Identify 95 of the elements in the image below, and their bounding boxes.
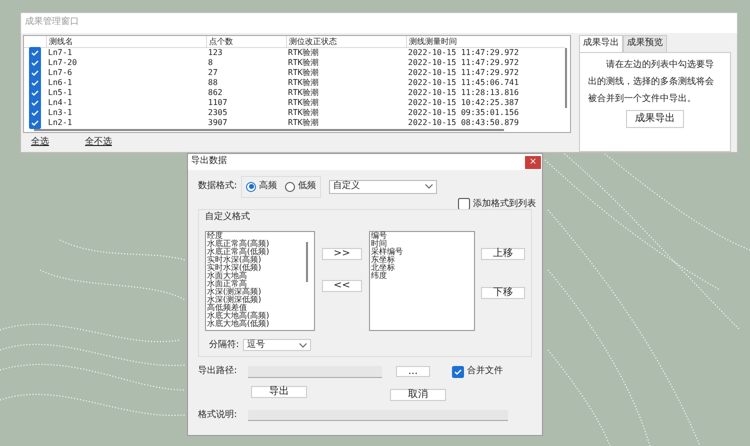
group-title: 自定义格式 bbox=[205, 211, 251, 224]
radio-label: 高频 bbox=[259, 180, 278, 193]
list-item[interactable]: 水深(测深高频) bbox=[207, 288, 305, 296]
table-cell-text: Ln7-1 bbox=[47, 49, 74, 57]
table-cell-text: 2022-10-15 11:47:29.972 bbox=[407, 59, 520, 67]
merge-checkbox[interactable] bbox=[452, 366, 464, 378]
table-cell-text: 2022-10-15 08:43:50.879 bbox=[407, 119, 520, 127]
table-cell-text: 2022-10-15 11:45:06.741 bbox=[407, 79, 520, 87]
list-item[interactable]: 水深(测深低频) bbox=[207, 296, 305, 304]
table-cell-text: RTK验潮 bbox=[287, 59, 320, 67]
table-cell-text: Ln6-1 bbox=[47, 79, 74, 87]
tab[interactable]: 成果导出 bbox=[579, 35, 623, 52]
table-cell-text: Ln2-1 bbox=[47, 119, 74, 127]
list-item[interactable]: 经度 bbox=[207, 232, 305, 240]
caret-icon bbox=[425, 184, 434, 190]
table-cell-text: RTK验潮 bbox=[287, 89, 320, 97]
table-cell-text: RTK验潮 bbox=[287, 119, 320, 127]
list-item[interactable]: 水面正常高 bbox=[207, 280, 305, 288]
checkbox-label: 添加格式到列表 bbox=[473, 198, 536, 210]
remove-field-button[interactable]: << bbox=[322, 280, 362, 292]
separator-label: 分隔符: bbox=[209, 338, 240, 352]
instruction-text: 请在左边的列表中勾选要导出的测线，选择的多条测线将会被合并到一个文件中导出。 bbox=[588, 58, 715, 106]
checkbox-label: 合并文件 bbox=[467, 365, 503, 378]
table-cell-text: 862 bbox=[207, 89, 224, 97]
list-item[interactable]: 水底大地高(低频) bbox=[207, 320, 305, 328]
row-checkbox[interactable] bbox=[29, 117, 41, 129]
available-fields-list[interactable]: 经度 水底正常高(高频) 水底正常高(低频) 实时水深(高频) 实时水深(低频) 水面大地高 水面正常高 水深(测深高频) 水深(测深低频) 高低频差值 水底大地高(高频) 水底大地高(低频) bbox=[205, 230, 315, 330]
table-cell-text: 2022-10-15 10:42:25.387 bbox=[407, 99, 520, 107]
table-cell-text: 2305 bbox=[207, 109, 228, 117]
select-link[interactable]: 全不选 bbox=[85, 136, 112, 149]
path-input-field[interactable] bbox=[248, 366, 382, 378]
table-cell-text: Ln4-1 bbox=[47, 99, 74, 107]
format-label: 数据格式: bbox=[198, 180, 238, 193]
table-cell-text: 123 bbox=[207, 49, 224, 57]
list-item[interactable]: 纬度 bbox=[370, 272, 473, 280]
table-cell-text: 2022-10-15 11:47:29.972 bbox=[407, 49, 520, 57]
table-cell-text: 2022-10-15 11:47:29.972 bbox=[407, 69, 520, 77]
format-select[interactable]: 自定义 bbox=[329, 180, 438, 194]
table-cell-text: 88 bbox=[207, 79, 219, 87]
column-header: 测线名 bbox=[46, 36, 206, 48]
table-cell-text: 2022-10-15 09:35:01.156 bbox=[407, 109, 520, 117]
list-item[interactable]: 实时水深(低频) bbox=[207, 264, 305, 272]
column-header: 点个数 bbox=[206, 36, 286, 48]
check-icon bbox=[454, 368, 462, 376]
move-down-button[interactable]: 下移 bbox=[481, 286, 525, 298]
cancel-button[interactable]: 取消 bbox=[390, 388, 446, 400]
list-item[interactable]: 水底正常高(低频) bbox=[207, 248, 305, 256]
selected-fields-list[interactable]: 编号 时间 采样编号 东坐标 北坐标 纬度 bbox=[368, 230, 475, 330]
close-button[interactable]: × bbox=[525, 156, 541, 168]
column-header: 测位改正状态 bbox=[286, 36, 406, 48]
table-cell-text: 27 bbox=[207, 69, 219, 77]
list-item[interactable]: 采样编号 bbox=[370, 248, 473, 256]
radio-button[interactable] bbox=[246, 182, 256, 192]
browse-button[interactable]: ... bbox=[396, 366, 430, 378]
list-item[interactable]: 水底大地高(高频) bbox=[207, 312, 305, 320]
dialog-title: 导出数据 bbox=[191, 155, 227, 168]
list-item[interactable]: 实时水深(高频) bbox=[207, 256, 305, 264]
move-up-button[interactable]: 上移 bbox=[481, 248, 525, 260]
list-item[interactable]: 北坐标 bbox=[370, 264, 473, 272]
tab[interactable]: 成果预览 bbox=[623, 35, 667, 52]
vertical-scrollbar[interactable] bbox=[565, 48, 567, 108]
path-label: 导出路径: bbox=[198, 365, 238, 378]
radio-button[interactable] bbox=[285, 182, 296, 192]
list-item[interactable]: 编号 bbox=[370, 232, 473, 240]
table-cell-text: 1107 bbox=[207, 99, 228, 107]
table-cell-text: RTK验潮 bbox=[287, 69, 320, 77]
list-item[interactable]: 水底正常高(高频) bbox=[207, 240, 305, 248]
select-link[interactable]: 全选 bbox=[31, 136, 49, 149]
table-cell-text: RTK验潮 bbox=[287, 109, 320, 117]
export-button[interactable]: 导出 bbox=[251, 386, 307, 398]
table-cell-text: 3907 bbox=[207, 119, 228, 127]
separator-select[interactable]: 逗号 bbox=[243, 339, 312, 352]
table-cell-text: 2022-10-15 11:28:13.816 bbox=[407, 89, 520, 97]
description-label: 格式说明: bbox=[198, 408, 238, 422]
table-cell-text: RTK验潮 bbox=[287, 79, 320, 87]
table-cell-text: RTK验潮 bbox=[287, 99, 320, 107]
table-cell-text: Ln7-20 bbox=[47, 59, 78, 67]
column-header: 测线测量时间 bbox=[406, 36, 556, 48]
table-cell-text: Ln3-1 bbox=[47, 109, 74, 117]
table-cell-text: Ln7-6 bbox=[47, 69, 74, 77]
radio-label: 低频 bbox=[298, 180, 316, 193]
table-cell-text: Ln5-1 bbox=[47, 89, 74, 97]
description-input-field[interactable] bbox=[248, 410, 508, 421]
export-results-button[interactable]: 成果导出 bbox=[626, 110, 684, 128]
list-item[interactable]: 水面大地高 bbox=[207, 272, 305, 280]
table-cell-text: 8 bbox=[207, 59, 214, 67]
caret-icon bbox=[299, 342, 308, 348]
add-field-button[interactable]: >> bbox=[322, 248, 362, 260]
add-to-list-checkbox[interactable] bbox=[458, 198, 470, 210]
list-item[interactable]: 东坐标 bbox=[370, 256, 473, 264]
horizontal-scrollbar[interactable] bbox=[34, 129, 504, 131]
list-item[interactable]: 时间 bbox=[370, 240, 473, 248]
list-item[interactable]: 高低频差值 bbox=[207, 304, 305, 312]
window-title: 成果管理窗口 bbox=[21, 13, 737, 33]
table-cell-text: RTK验潮 bbox=[287, 49, 320, 57]
